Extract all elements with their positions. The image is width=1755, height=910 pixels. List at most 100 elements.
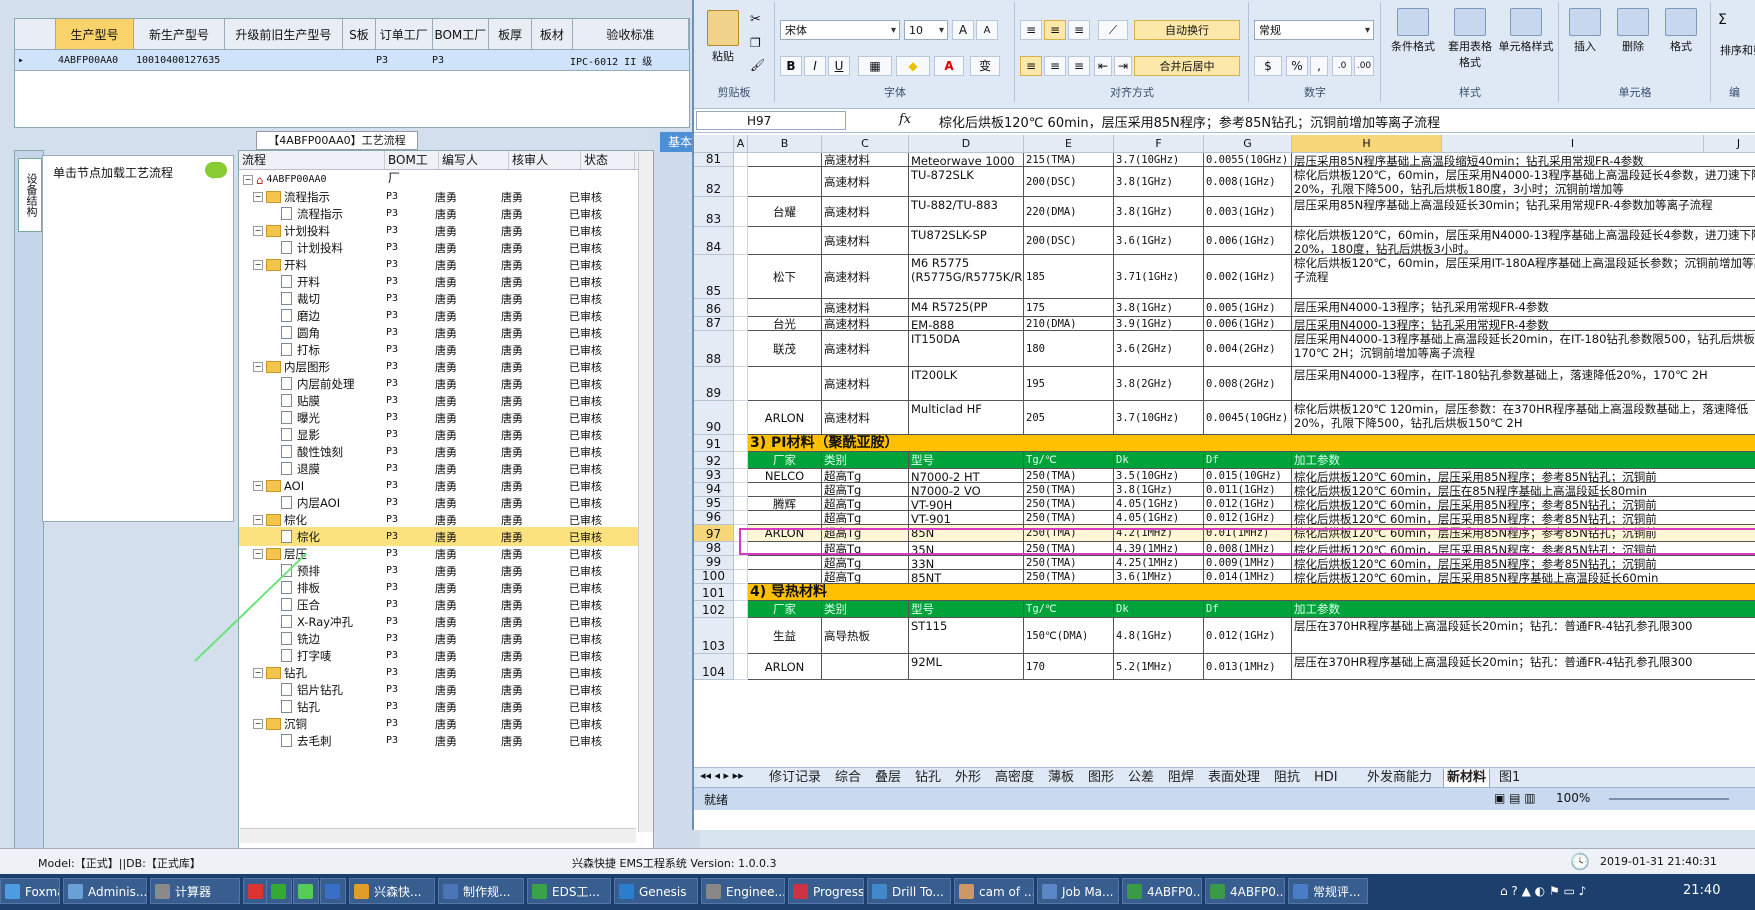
cut-icon[interactable]: ✂ — [750, 12, 761, 27]
cell-dk[interactable]: 3.6(1MHz) — [1114, 570, 1204, 584]
cell-tg[interactable]: 250(TMA) — [1024, 570, 1114, 584]
formula-input[interactable]: 棕化后烘板120℃ 60min，层压采用85N程序；参考85N钻孔；沉铜前增加等… — [939, 112, 1440, 131]
cell-proc[interactable]: 加工参数 — [1292, 452, 1755, 469]
cell-model[interactable]: 85NT — [909, 570, 1024, 584]
cell-maker[interactable]: 生益 — [748, 618, 822, 654]
cell-tg[interactable]: 210(DMA) — [1024, 317, 1114, 331]
section-title[interactable]: 4) 导热材料 — [748, 584, 1755, 601]
grid-cell[interactable] — [734, 601, 748, 618]
cell-tg[interactable]: 250(TMA) — [1024, 469, 1114, 483]
cell-proc[interactable]: 层压采用N4000-13程序基础上高温段延长20min，在IT-180钻孔参数限… — [1292, 331, 1755, 367]
table-row[interactable]: ▸ 4ABFP00AA0 10010400127635 P3 P3 IPC-6012 II… — [15, 50, 689, 71]
cell-dk[interactable]: 3.6(1GHz) — [1114, 227, 1204, 255]
shrink-font-button[interactable]: A — [976, 20, 998, 40]
cell-type[interactable]: 高速材料 — [822, 367, 909, 401]
cell-df[interactable]: 0.003(1GHz) — [1204, 197, 1292, 227]
collapse-icon[interactable]: − — [253, 514, 263, 525]
taskbar-item[interactable]: Drill To... — [867, 878, 951, 904]
cell-model[interactable]: M6 R5775 (R5775G/R5775K/R5775NE) — [909, 255, 1024, 299]
grid-cell[interactable] — [734, 317, 748, 331]
cell-proc[interactable]: 棕化后烘板120℃，60min，层压采用N4000-13程序基础上高温段延长4参… — [1292, 227, 1755, 255]
align-center-button[interactable]: ≡ — [1044, 56, 1066, 76]
cell-maker[interactable] — [748, 227, 822, 255]
cell-df[interactable]: 0.012(1GHz) — [1204, 618, 1292, 654]
collapse-icon[interactable]: − — [253, 480, 263, 491]
cell-df[interactable]: 0.006(1GHz) — [1204, 227, 1292, 255]
cell-tg[interactable]: 170 — [1024, 654, 1114, 680]
taskbar-item[interactable]: 兴森快... — [349, 878, 435, 904]
row-header[interactable]: 84 — [694, 227, 734, 255]
cell-df[interactable]: 0.011(1GHz) — [1204, 483, 1292, 497]
font-size-select[interactable]: 10 — [904, 20, 948, 41]
collapse-icon[interactable]: − — [253, 259, 263, 270]
zoom-level[interactable]: 100% — [1556, 791, 1590, 805]
taskbar-item[interactable]: Job Ma... — [1037, 878, 1119, 904]
cell-model[interactable]: IT150DA — [909, 331, 1024, 367]
cell-tg[interactable]: Tg/℃ — [1024, 452, 1114, 469]
cell-type[interactable]: 高速材料 — [822, 299, 909, 317]
delete-button[interactable]: 删除 — [1610, 8, 1656, 54]
sheet-tab[interactable]: 钻孔 — [912, 769, 944, 787]
grid-cell[interactable]: 4ABFP00AA0 — [55, 50, 133, 70]
cell-model[interactable]: N7000-2 VO — [909, 483, 1024, 497]
cell-dk[interactable]: 4.25(1MHz) — [1114, 556, 1204, 570]
side-tab-equipment[interactable]: 设备结构 — [18, 158, 42, 232]
cell-dk[interactable]: 3.8(1GHz) — [1114, 167, 1204, 197]
cell-type[interactable]: 类别 — [822, 452, 909, 469]
row-header[interactable]: 99 — [694, 555, 734, 570]
cell-proc[interactable]: 棕化后烘板120℃，60min，层压采用IT-180A程序基础上高温段延长参数；… — [1292, 255, 1755, 299]
cell-model[interactable]: 33N — [909, 556, 1024, 570]
cell-dk[interactable]: 3.7(10GHz) — [1114, 401, 1204, 435]
cell-dk[interactable]: 3.71(1GHz) — [1114, 255, 1204, 299]
column-header[interactable]: F — [1114, 135, 1204, 153]
cell-model[interactable]: EM-888 — [909, 317, 1024, 331]
format-painter-icon[interactable]: 🖌 — [750, 58, 765, 72]
grid-cell[interactable] — [734, 299, 748, 317]
select-all-corner[interactable] — [694, 135, 734, 153]
cell-df[interactable]: 0.014(1MHz) — [1204, 570, 1292, 584]
cell-df[interactable]: 0.008(2GHz) — [1204, 367, 1292, 401]
row-header[interactable]: 94 — [694, 482, 734, 497]
cell-df[interactable]: 0.012(1GHz) — [1204, 497, 1292, 511]
collapse-icon[interactable]: − — [253, 225, 263, 236]
taskbar-item[interactable] — [293, 878, 319, 904]
cell-model[interactable]: 型号 — [909, 601, 1024, 618]
grid-cell[interactable] — [734, 469, 748, 483]
cell-proc[interactable]: 层压采用85N程序基础上高温段延长30min；钻孔采用常规FR-4参数加等离子流… — [1292, 197, 1755, 227]
taskbar-item[interactable]: 计算器 — [150, 878, 240, 904]
row-header[interactable]: 90 — [694, 401, 734, 435]
sheet-tab[interactable]: 外发商能力 — [1364, 769, 1435, 787]
column-header[interactable]: S板 — [343, 19, 376, 49]
cell-proc[interactable]: 层压采用N4000-13程序；钻孔采用常规FR-4参数 — [1292, 317, 1755, 331]
sheet-tab[interactable]: 高密度 — [992, 769, 1037, 787]
row-header[interactable]: 91 — [694, 435, 734, 452]
underline-button[interactable]: U — [828, 56, 850, 76]
sheet-tab[interactable]: 图形 — [1085, 769, 1117, 787]
comma-button[interactable]: , — [1310, 56, 1328, 76]
grid-cell[interactable] — [527, 50, 567, 70]
grid-cell[interactable] — [734, 197, 748, 227]
cell-maker[interactable]: 腾辉 — [748, 497, 822, 511]
cell-maker[interactable] — [748, 511, 822, 525]
cell-df[interactable]: 0.008(1GHz) — [1204, 167, 1292, 197]
taskbar-item[interactable]: EDS工... — [527, 878, 611, 904]
sheet-tab[interactable]: 阻焊 — [1165, 769, 1197, 787]
align-top-button[interactable]: ≡ — [1020, 20, 1042, 40]
cell-tg[interactable]: 200(DSC) — [1024, 167, 1114, 197]
cell-proc[interactable]: 层压在370HR程序基础上高温段延长20min；钻孔：普通FR-4钻孔参孔限30… — [1292, 654, 1755, 680]
taskbar-item[interactable] — [320, 878, 346, 904]
cell-tg[interactable]: 220(DMA) — [1024, 197, 1114, 227]
cell-maker[interactable]: 联茂 — [748, 331, 822, 367]
cell-model[interactable]: M4 R5725(PP R5620) — [909, 299, 1024, 317]
tree-column-header[interactable]: 状态 — [581, 151, 635, 169]
grid-cell[interactable] — [485, 50, 527, 70]
cell-proc[interactable]: 加工参数 — [1292, 601, 1755, 618]
cell-model[interactable]: Meteorwave 1000 — [909, 153, 1024, 167]
cell-model[interactable]: 92ML — [909, 654, 1024, 680]
cell-proc[interactable]: 棕化后烘板120℃ 60min，层压采用85N程序基础上高温段延长60min — [1292, 570, 1755, 584]
copy-icon[interactable]: ❐ — [750, 36, 761, 50]
column-header[interactable]: B — [748, 135, 822, 153]
cell-proc[interactable]: 棕化后烘板120℃ 60min，层压采用85N程序；参考85N钻孔；沉铜前 — [1292, 556, 1755, 570]
column-header[interactable]: A — [734, 135, 748, 153]
font-color-button[interactable]: A — [934, 56, 964, 76]
